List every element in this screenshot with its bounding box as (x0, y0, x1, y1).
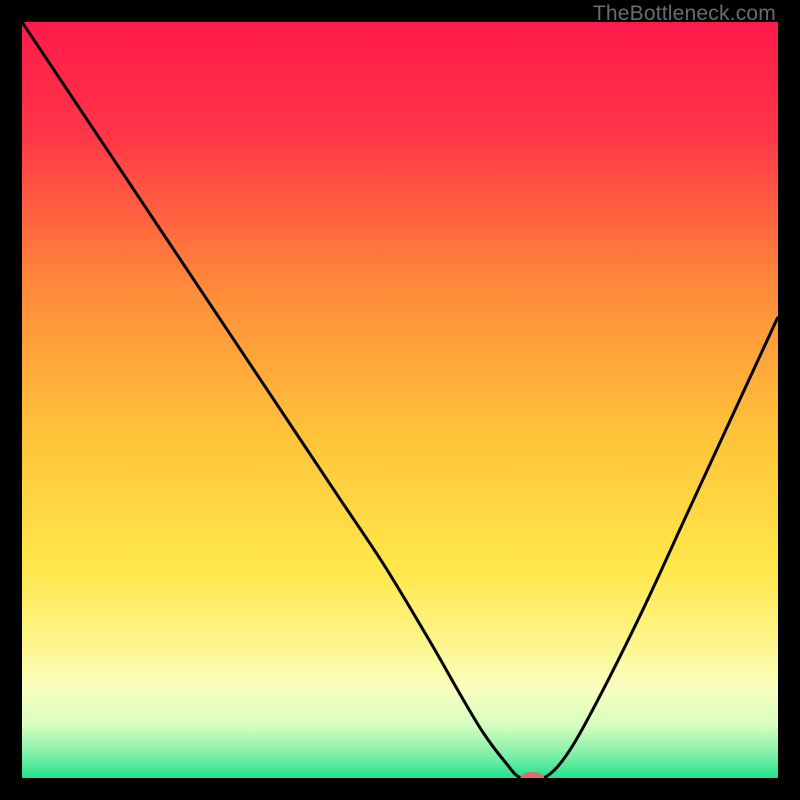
plot-area (22, 22, 778, 778)
bottleneck-chart (22, 22, 778, 778)
chart-background-gradient (22, 22, 778, 778)
chart-frame: TheBottleneck.com (0, 0, 800, 800)
